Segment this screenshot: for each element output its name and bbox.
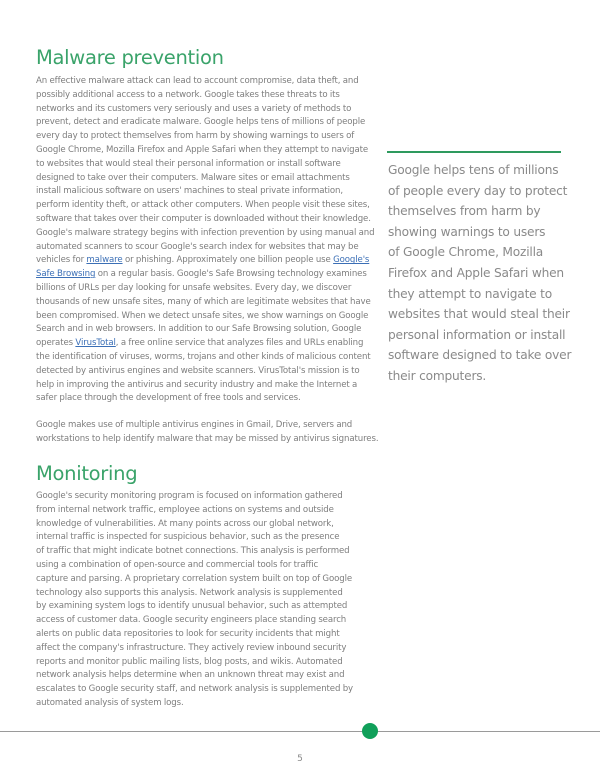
pull-quote-line: personal information or install	[388, 327, 566, 342]
text-line: been compromised. When we detect unsafe …	[36, 310, 369, 321]
text-line: by examining system logs to identify unu…	[36, 601, 348, 612]
text-line: install malicious software on users' mac…	[36, 186, 343, 197]
text-line: An effective malware attack can lead to …	[36, 76, 359, 86]
pull-quote-rule	[387, 151, 561, 153]
text-line: using a combination of open-source and c…	[36, 559, 319, 570]
text-line: escalates to Google security staff, and …	[36, 684, 353, 695]
text-line: of traffic that might indicate botnet co…	[36, 546, 350, 557]
text-line: automated scanners to scour Google's sea…	[36, 241, 359, 252]
pull-quote-line: they attempt to navigate to	[388, 286, 552, 301]
text-line: workstations to help identify malware th…	[36, 433, 379, 444]
virustotal-link[interactable]: VirusTotal	[75, 338, 116, 348]
text-fragment: , a free online service that analyzes fi…	[115, 338, 364, 349]
text-line: technology also supports this analysis. …	[36, 587, 343, 598]
text-line: Search and in web browsers. In addition …	[36, 324, 362, 335]
text-line: to websites that would steal their perso…	[36, 158, 341, 169]
text-fragment: vehicles for	[36, 255, 87, 266]
text-line: help in improving the antivirus and secu…	[36, 379, 358, 390]
pull-quote-line: their computers.	[388, 368, 487, 383]
text-fragment: operates	[36, 338, 76, 349]
text-line: capture and parsing. A proprietary corre…	[36, 573, 352, 584]
footer-dot-marker	[362, 723, 378, 739]
text-line: internal traffic is inspected for suspic…	[36, 532, 340, 543]
text-line: from internal network traffic, employee …	[36, 504, 334, 515]
pull-quote-line: software designed to take over	[388, 348, 572, 363]
text-line: safer place through the development of f…	[36, 393, 301, 404]
text-line: perform identity theft, or attack other …	[36, 200, 370, 211]
text-line: access of customer data. Google security…	[36, 615, 347, 626]
pull-quote-line: websites that would steal their	[388, 307, 570, 322]
text-fragment: or phishing. Approximately one billion p…	[122, 255, 334, 266]
malware-paragraph: An effective malware attack can lead to …	[36, 75, 375, 406]
text-line: every day to protect themselves from har…	[36, 131, 355, 142]
pull-quote-line: Firefox and Apple Safari when	[388, 265, 564, 280]
document-page: Malware prevention An effective malware …	[0, 0, 600, 776]
text-line: Google's malware strategy begins with in…	[36, 227, 375, 238]
text-line: prevent, detect and eradicate malware. G…	[36, 117, 366, 128]
text-line: designed to take over their computers. M…	[36, 172, 350, 183]
text-line: billions of URLs per day looking for uns…	[36, 282, 352, 293]
text-line: automated analysis of system logs.	[36, 697, 184, 708]
text-line: network analysis helps determine when an…	[36, 670, 345, 681]
safe-browsing-link[interactable]: Safe Browsing	[36, 269, 95, 279]
page-number: 5	[297, 754, 303, 764]
section-title-monitoring: Monitoring	[36, 462, 138, 485]
pull-quote-line: of Google Chrome, Mozilla	[388, 245, 544, 260]
text-line: affect the company's infrastructure. The…	[36, 642, 347, 653]
safe-browsing-link[interactable]: Google's	[333, 255, 369, 265]
pull-quote-line: themselves from harm by	[388, 204, 541, 219]
text-line: Safe Browsing on a regular basis. Google…	[36, 268, 368, 282]
text-line: operates VirusTotal, a free online servi…	[36, 337, 368, 351]
text-line: Google's security monitoring program is …	[36, 491, 343, 501]
text-line: alerts on public data repositories to lo…	[36, 628, 340, 639]
text-line: Google makes use of multiple antivirus e…	[36, 420, 353, 430]
text-line: networks and its customers very seriousl…	[36, 103, 352, 114]
text-fragment: on a regular basis. Google's Safe Browsi…	[95, 269, 367, 280]
text-line: knowledge of vulnerabilities. At many po…	[36, 518, 334, 529]
text-line: thousands of new unsafe sites, many of w…	[36, 296, 371, 307]
pull-quote-line: Google helps tens of millions	[388, 163, 559, 177]
text-line: Google Chrome, Mozilla Firefox and Apple…	[36, 144, 369, 155]
text-line: detected by antivirus engines and websit…	[36, 365, 360, 376]
text-line: vehicles for malware or phishing. Approx…	[36, 254, 369, 268]
monitoring-paragraph: Google's security monitoring program is …	[36, 490, 366, 711]
text-line: the identification of viruses, worms, tr…	[36, 351, 371, 362]
antivirus-paragraph: Google makes use of multiple antivirus e…	[36, 419, 396, 447]
text-line: software that takes over their computer …	[36, 213, 371, 224]
pull-quote-line: of people every day to protect	[388, 183, 568, 198]
footer-divider	[0, 731, 600, 732]
text-line: reports and monitor public mailing lists…	[36, 656, 343, 667]
malware-link[interactable]: malware	[86, 255, 122, 265]
pull-quote: Google helps tens of millions of people …	[388, 160, 598, 387]
pull-quote-line: showing warnings to users	[388, 224, 546, 239]
section-title-malware-prevention: Malware prevention	[36, 46, 224, 69]
text-line: possibly additional access to a network.…	[36, 89, 340, 100]
